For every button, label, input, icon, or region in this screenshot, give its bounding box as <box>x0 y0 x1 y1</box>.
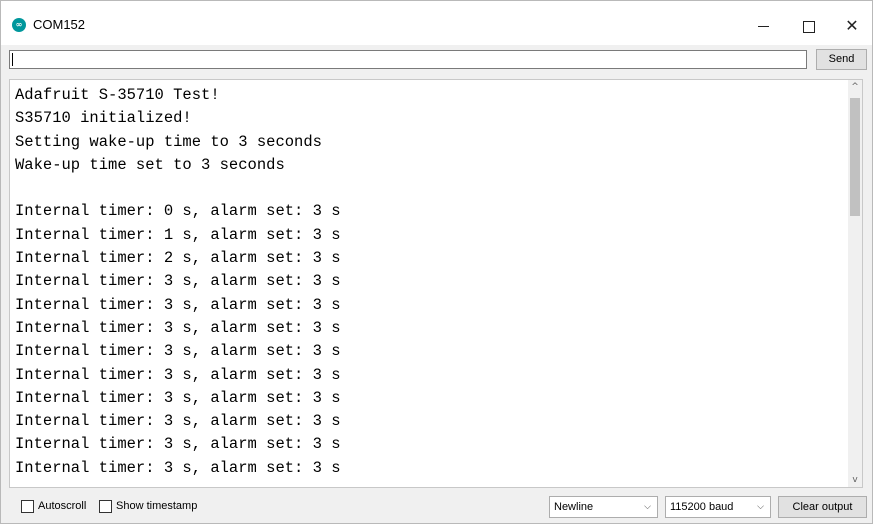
arduino-icon: ∞ <box>12 18 26 32</box>
line-ending-select[interactable]: Newline ⌵ <box>549 496 658 518</box>
close-button[interactable]: ✕ <box>832 9 872 43</box>
autoscroll-label: Autoscroll <box>38 500 87 512</box>
window-title: COM152 <box>33 17 86 32</box>
scroll-down-icon[interactable]: v <box>848 473 862 487</box>
title-bar: ∞ COM152 ✕ <box>1 1 872 45</box>
bottom-toolbar: Autoscroll Show timestamp Newline ⌵ 1152… <box>1 491 872 523</box>
clear-output-button[interactable]: Clear output <box>778 496 867 518</box>
autoscroll-checkbox[interactable] <box>21 500 34 513</box>
serial-monitor-window: ∞ COM152 ✕ Send Adafruit S-35710 Test! S… <box>0 0 873 524</box>
baud-rate-value: 115200 baud <box>670 501 734 513</box>
send-button[interactable]: Send <box>816 49 867 70</box>
serial-input[interactable] <box>9 50 807 69</box>
minimize-button[interactable] <box>743 9 783 43</box>
scroll-up-icon[interactable]: ^ <box>848 80 862 94</box>
close-icon: ✕ <box>845 16 859 35</box>
vertical-scrollbar[interactable]: ^ v <box>848 80 862 487</box>
scroll-thumb[interactable] <box>850 98 860 216</box>
maximize-icon <box>803 20 815 33</box>
baud-rate-select[interactable]: 115200 baud ⌵ <box>665 496 771 518</box>
timestamp-checkbox[interactable] <box>99 500 112 513</box>
serial-output[interactable]: Adafruit S-35710 Test! S35710 initialize… <box>9 79 863 488</box>
output-text: Adafruit S-35710 Test! S35710 initialize… <box>15 86 341 477</box>
send-row: Send <box>1 45 872 73</box>
timestamp-label: Show timestamp <box>116 500 198 512</box>
chevron-down-icon: ⌵ <box>757 502 764 512</box>
chevron-down-icon: ⌵ <box>644 502 651 512</box>
minimize-icon <box>757 26 769 27</box>
line-ending-value: Newline <box>554 501 594 513</box>
maximize-button[interactable] <box>789 9 829 43</box>
text-caret <box>12 53 13 66</box>
